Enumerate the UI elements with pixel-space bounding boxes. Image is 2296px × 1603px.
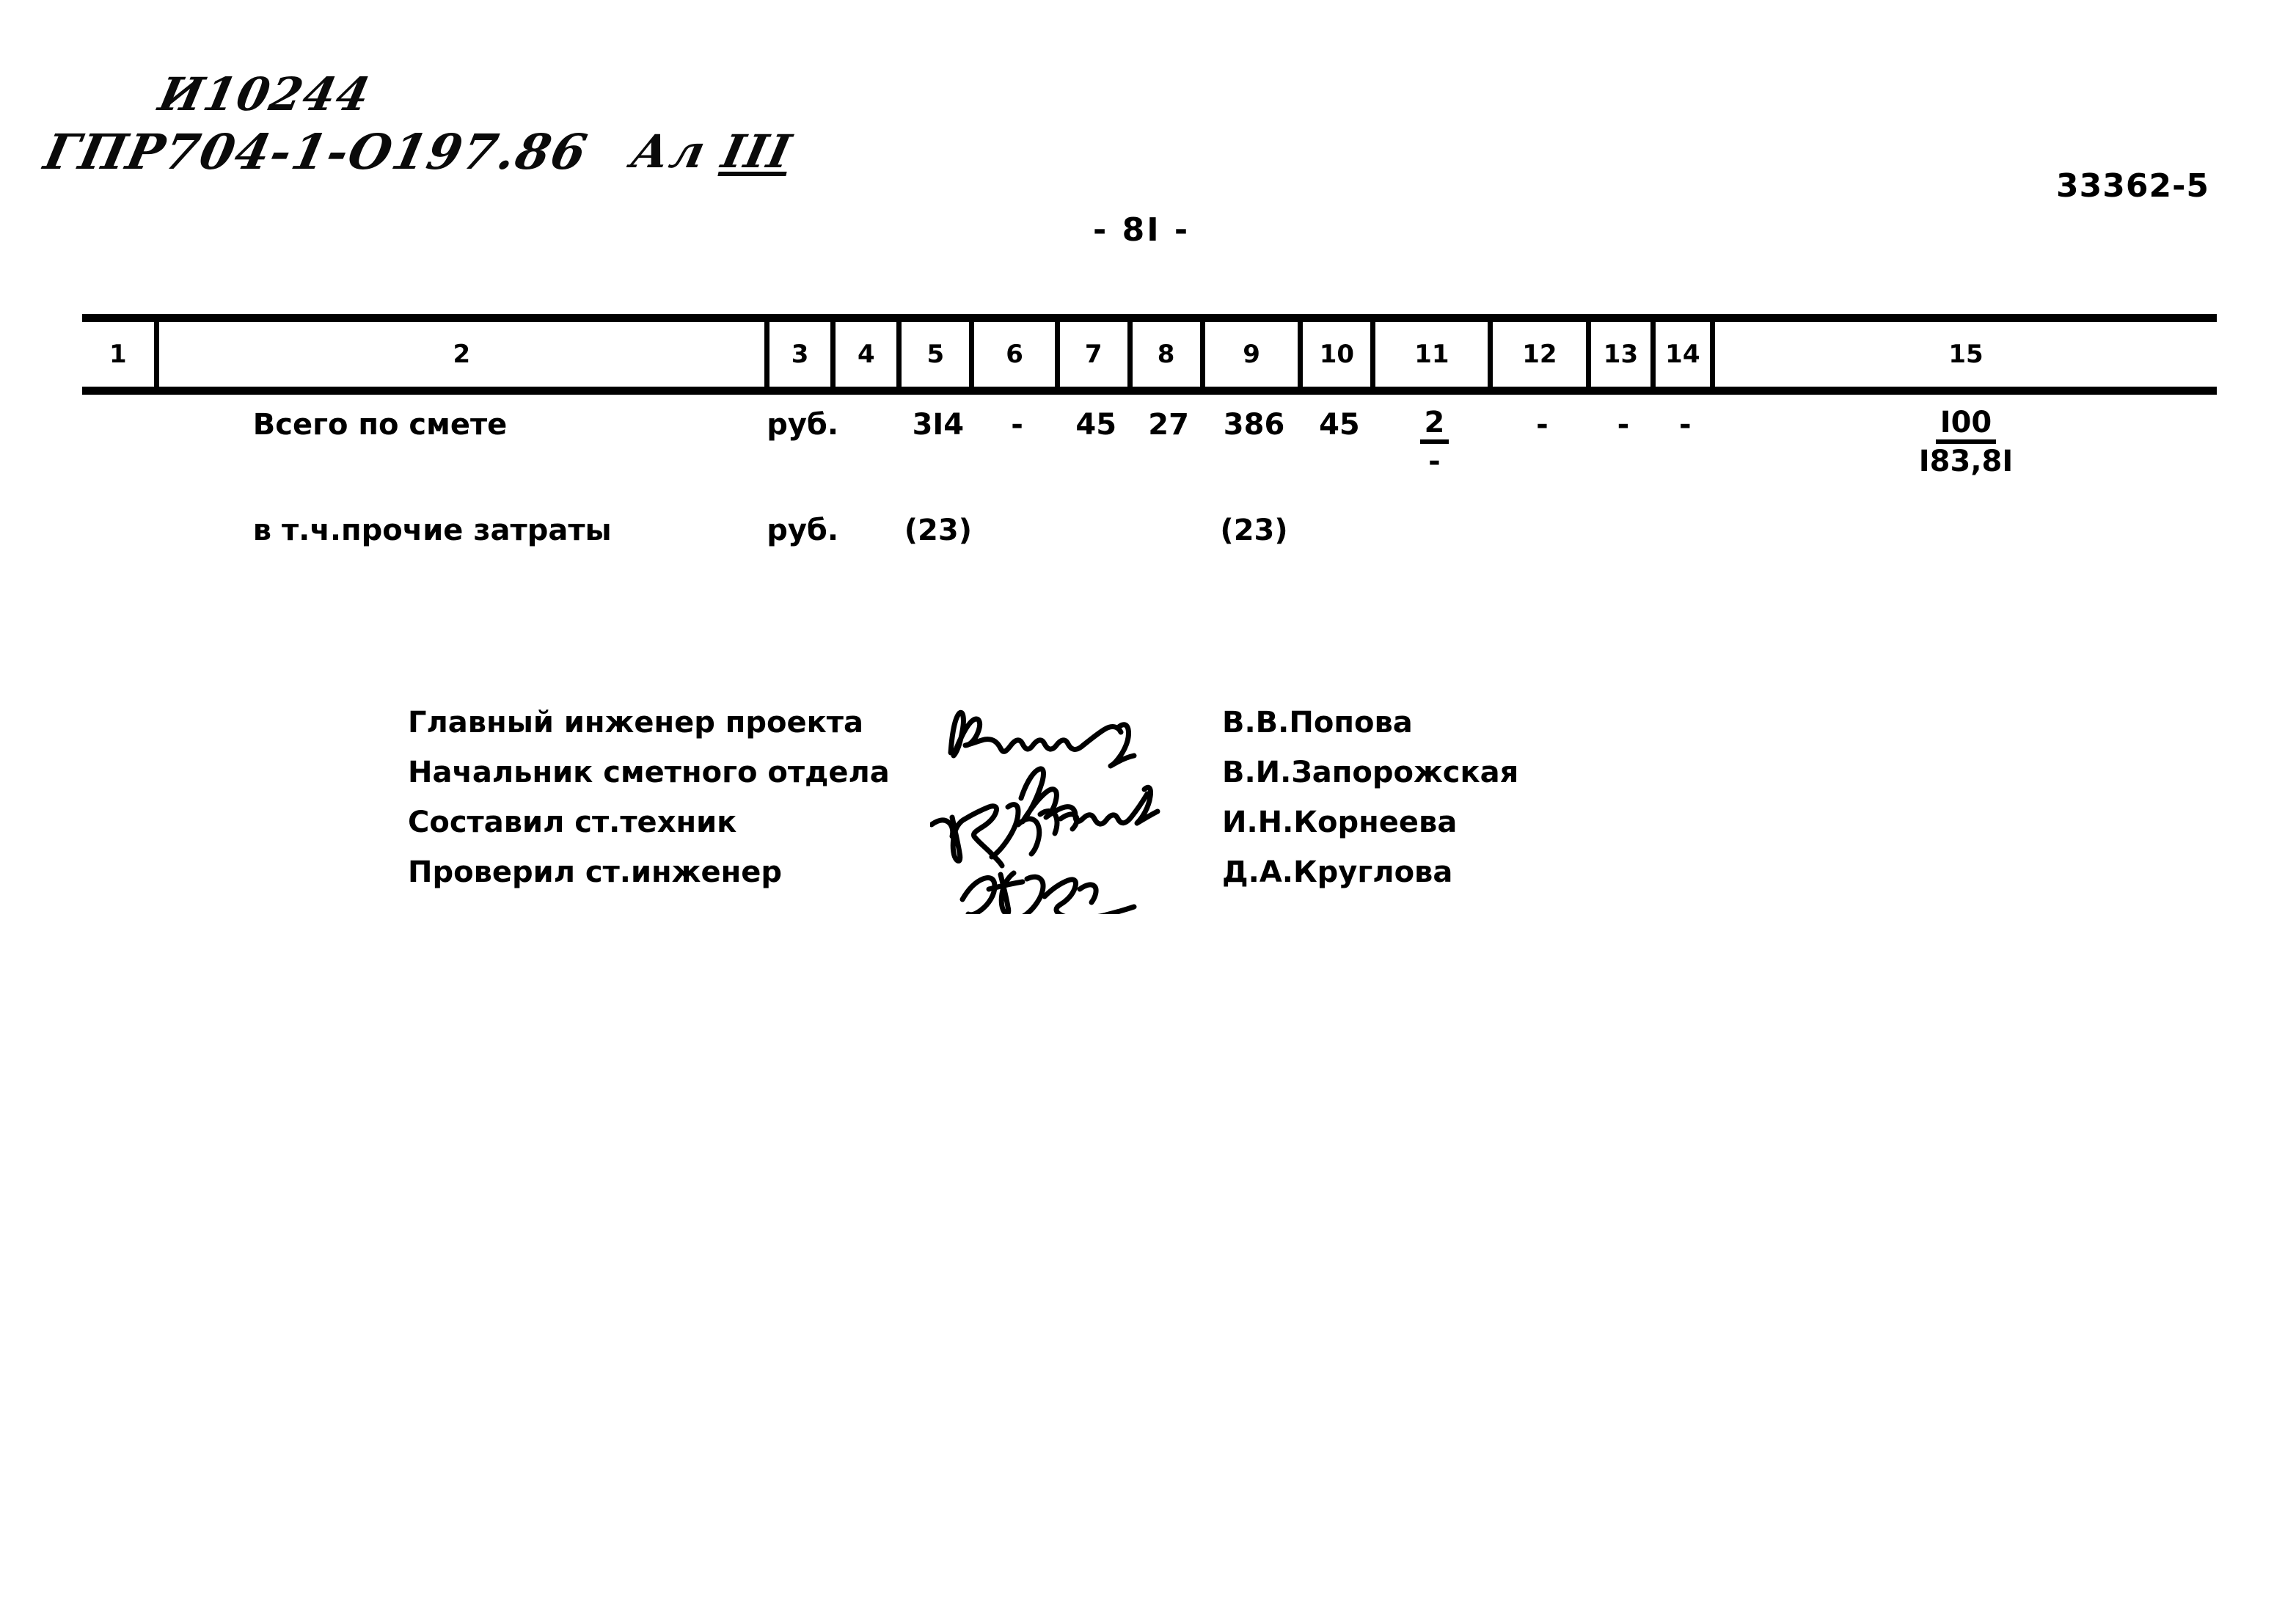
signature-role-label: Начальник сметного отдела: [408, 756, 890, 789]
column-header-1: 1: [82, 322, 159, 387]
album-label: Ал: [626, 125, 729, 178]
document-page: И10244 ГПР704-1-О197.86 Ал III 33362-5 -…: [0, 0, 2296, 1603]
cell-col11: [1375, 514, 1493, 547]
column-header-9: 9: [1205, 322, 1304, 387]
signature-row: Начальник сметного отдела В.И.Запорожская: [408, 756, 1611, 806]
column-header-6: 6: [974, 322, 1060, 387]
cell-col9: 386: [1223, 408, 1285, 442]
cell-col6: -: [1011, 408, 1023, 442]
archive-stamp-number: 33362-5: [2056, 167, 2209, 205]
cell-col15: [1715, 514, 2217, 547]
table-row: в т.ч.прочие затраты руб. (23) (23): [82, 514, 2217, 547]
table-row: Всего по смете руб. 3I4-45 27 386 45 2- - - - I00 I…: [82, 408, 2217, 477]
column-header-2: 2: [159, 322, 769, 387]
signature-block: Главный инженер проекта В.В.Попова Начальн…: [408, 706, 1611, 905]
signature-person-name: И.Н.Корнеева: [1222, 806, 1458, 839]
signature-row: Главный инженер проекта В.В.Попова: [408, 706, 1611, 756]
fraction-numerator: 2: [1419, 408, 1449, 444]
signature-role-label: Составил ст.техник: [408, 806, 737, 839]
cell-col10: [1303, 514, 1375, 547]
column-header-8: 8: [1133, 322, 1205, 387]
cell-col13: -: [1617, 408, 1630, 442]
cell-col7: 45: [1075, 408, 1117, 442]
cell-col3: руб.: [767, 408, 839, 442]
cell-col5: 3I4: [912, 408, 965, 442]
fraction-denominator: -: [1428, 444, 1441, 478]
table-top-rule: [82, 314, 2217, 322]
column-header-4: 4: [836, 322, 902, 387]
cell-col1: [82, 514, 159, 547]
signature-role-label: Проверил ст.инженер: [408, 855, 782, 889]
fraction-value: I00 I83,8I: [1919, 408, 2013, 477]
cell-col1: [82, 408, 159, 477]
cell-col8: 27: [1148, 408, 1189, 442]
handwritten-album-annotation: Ал III: [626, 125, 797, 178]
cell-col6: [974, 514, 1059, 547]
cell-col11: 2-: [1375, 408, 1493, 477]
signature-role-label: Главный инженер проекта: [408, 706, 863, 740]
signature-row: Составил ст.техник И.Н.Корнеева: [408, 806, 1611, 855]
cell-col15: I00 I83,8I: [1715, 408, 2217, 477]
column-header-5: 5: [902, 322, 975, 387]
signature-person-name: В.И.Запорожская: [1222, 756, 1519, 789]
signature-person-name: Д.А.Круглова: [1222, 855, 1453, 889]
cell-col10: 45: [1319, 408, 1360, 442]
column-header-3: 3: [769, 322, 836, 387]
album-roman-numeral: III: [717, 125, 797, 178]
signature-person-name: В.В.Попова: [1222, 706, 1413, 740]
page-number: - 8I -: [1093, 211, 1191, 249]
cell-col7: [1060, 514, 1133, 547]
cell-col9: (23): [1220, 514, 1288, 547]
fraction-numerator: I00: [1935, 408, 1997, 444]
cell-col14: -: [1679, 408, 1692, 442]
cell-col14: [1656, 514, 1715, 547]
column-header-15: 15: [1948, 340, 1984, 369]
column-header-10: 10: [1303, 322, 1376, 387]
column-header-11: 11: [1375, 322, 1494, 387]
cell-col4: [836, 514, 902, 547]
handwritten-index-annotation: И10244: [154, 67, 376, 121]
signature-row: Проверил ст.инженер Д.А.Круглова: [408, 855, 1611, 905]
table-bottom-rule: [82, 387, 2217, 395]
cell-col12: -: [1536, 408, 1549, 442]
column-header-14: 14: [1656, 322, 1716, 387]
fraction-value: 2-: [1419, 408, 1449, 478]
column-header-12: 12: [1493, 322, 1592, 387]
table-header-band: 1 2 3 4 5 6 7 8 9 10 11 12 13 14 15: [82, 314, 2217, 395]
column-header-row: 1 2 3 4 5 6 7 8 9 10 11 12 13 14 15: [82, 322, 2217, 387]
cell-col2: Всего по смете: [252, 408, 508, 442]
cell-col5: (23): [904, 514, 972, 547]
cell-col8: [1133, 514, 1205, 547]
cell-col4: [836, 408, 902, 477]
column-header-13: 13: [1591, 322, 1656, 387]
column-header-7: 7: [1060, 322, 1133, 387]
cell-col2: в т.ч.прочие затраты: [252, 514, 612, 547]
handwritten-project-code-annotation: ГПР704-1-О197.86: [39, 123, 593, 180]
fraction-denominator: I83,8I: [1918, 444, 2014, 478]
cell-col12: [1493, 514, 1591, 547]
cell-col3: руб.: [767, 514, 839, 547]
cell-col13: [1591, 514, 1655, 547]
